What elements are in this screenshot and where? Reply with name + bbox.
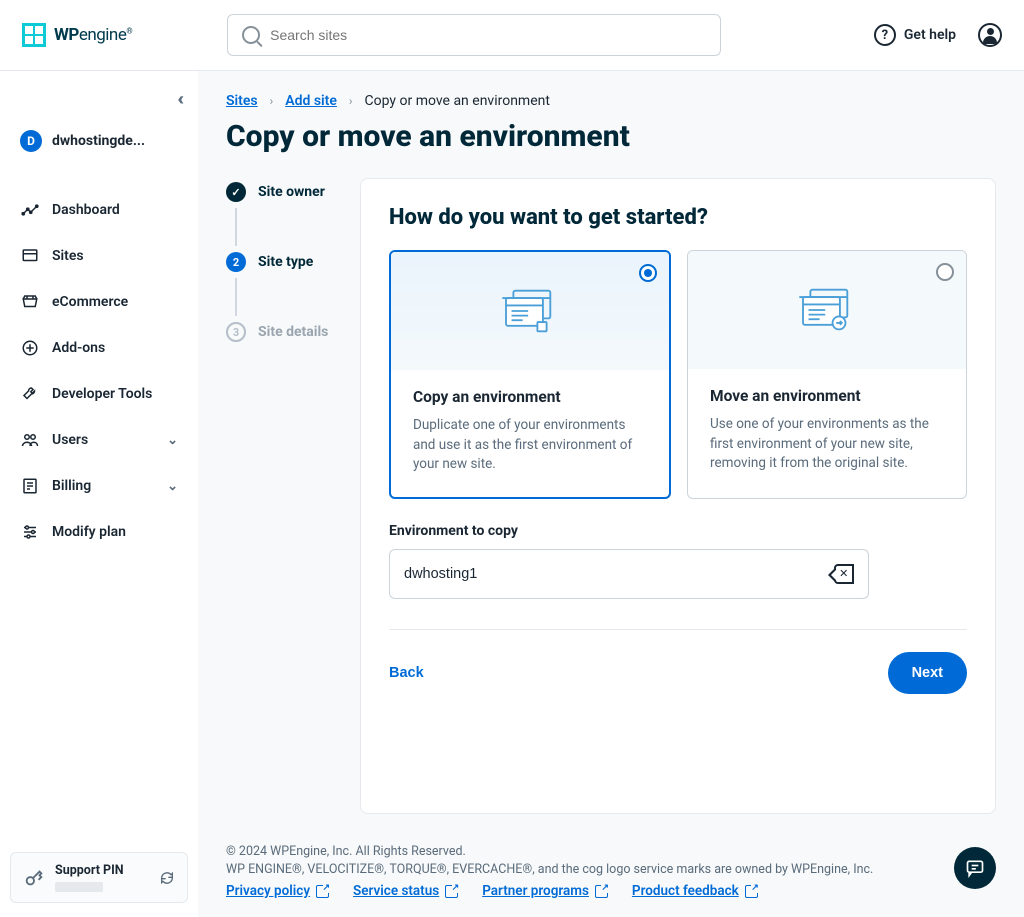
top-bar: WPengine® ? Get help — [0, 0, 1024, 71]
footer-copyright: © 2024 WPEngine, Inc. All Rights Reserve… — [226, 844, 996, 859]
nav-billing[interactable]: Billing⌄ — [10, 464, 188, 508]
environment-input[interactable] — [404, 566, 834, 582]
nav-dashboard[interactable]: Dashboard — [10, 188, 188, 232]
addons-icon — [20, 338, 40, 358]
sidebar: ‹‹ D dwhostingde... Dashboard Sites eCom… — [0, 71, 198, 917]
chevron-down-icon: ⌄ — [167, 479, 178, 494]
radio-selected-icon — [639, 264, 657, 282]
logo-mark-icon — [22, 23, 46, 47]
next-button[interactable]: Next — [888, 652, 967, 694]
page-title: Copy or move an environment — [226, 119, 996, 154]
breadcrumb-current: Copy or move an environment — [365, 93, 550, 109]
footer-link-feedback[interactable]: Product feedback — [632, 883, 758, 899]
check-icon: ✓ — [226, 182, 246, 202]
environment-field[interactable]: ✕ — [389, 549, 869, 599]
step-site-type: 2Site type — [226, 252, 336, 272]
key-icon — [23, 867, 45, 889]
chevron-down-icon: ⌄ — [167, 433, 178, 448]
copy-environment-icon — [502, 287, 558, 335]
refresh-icon[interactable] — [159, 870, 175, 886]
step-site-owner: ✓Site owner — [226, 182, 336, 202]
option-copy-environment[interactable]: Copy an environment Duplicate one of you… — [389, 250, 671, 499]
move-environment-icon — [799, 286, 855, 334]
nav-addons[interactable]: Add-ons — [10, 326, 188, 370]
ecommerce-icon — [20, 292, 40, 312]
dashboard-icon — [20, 200, 40, 220]
option-title: Copy an environment — [413, 388, 647, 406]
nav-ecommerce[interactable]: eCommerce — [10, 280, 188, 324]
stepper: ✓Site owner 2Site type 3Site details — [226, 178, 336, 814]
external-link-icon — [445, 885, 458, 898]
environment-field-label: Environment to copy — [389, 523, 967, 539]
nav-devtools[interactable]: Developer Tools — [10, 372, 188, 416]
footer-link-partners[interactable]: Partner programs — [482, 883, 608, 899]
modify-icon — [20, 522, 40, 542]
footer-link-privacy[interactable]: Privacy policy — [226, 883, 329, 899]
logo-text: WPengine® — [54, 25, 132, 45]
support-pin-label: Support PIN — [55, 863, 124, 878]
option-description: Duplicate one of your environments and u… — [413, 416, 647, 475]
main-content: Sites › Add site › Copy or move an envir… — [198, 71, 1024, 917]
help-icon: ? — [874, 24, 896, 46]
support-pin-value — [55, 882, 103, 892]
breadcrumb-sites[interactable]: Sites — [226, 93, 258, 109]
nav-modify-plan[interactable]: Modify plan — [10, 510, 188, 554]
user-avatar-icon[interactable] — [978, 23, 1002, 47]
step-site-details: 3Site details — [226, 322, 336, 342]
account-switcher[interactable]: D dwhostingde... — [10, 122, 188, 160]
external-link-icon — [745, 885, 758, 898]
radio-unselected-icon — [936, 263, 954, 281]
card-heading: How do you want to get started? — [389, 205, 967, 230]
get-help-link[interactable]: ? Get help — [874, 24, 956, 46]
external-link-icon — [316, 885, 329, 898]
form-card: How do you want to get started? Copy an … — [360, 178, 996, 814]
users-icon — [20, 430, 40, 450]
search-icon — [242, 26, 260, 44]
footer-trademarks: WP ENGINE®, VELOCITIZE®, TORQUE®, EVERCA… — [226, 862, 996, 877]
search-box[interactable] — [227, 14, 721, 56]
breadcrumb: Sites › Add site › Copy or move an envir… — [226, 93, 996, 109]
main-nav: Dashboard Sites eCommerce Add-ons Develo… — [10, 188, 188, 554]
nav-sites[interactable]: Sites — [10, 234, 188, 278]
account-name: dwhostingde... — [52, 133, 145, 149]
footer-link-status[interactable]: Service status — [353, 883, 458, 899]
chat-icon — [965, 858, 985, 878]
chevron-right-icon: › — [349, 94, 353, 108]
nav-users[interactable]: Users⌄ — [10, 418, 188, 462]
footer: © 2024 WPEngine, Inc. All Rights Reserve… — [226, 814, 996, 899]
chevron-right-icon: › — [270, 94, 274, 108]
option-title: Move an environment — [710, 387, 944, 405]
chat-fab[interactable] — [954, 847, 996, 889]
back-button[interactable]: Back — [389, 665, 424, 681]
external-link-icon — [595, 885, 608, 898]
search-input[interactable] — [270, 27, 706, 43]
account-avatar: D — [20, 130, 42, 152]
sites-icon — [20, 246, 40, 266]
support-pin-box[interactable]: Support PIN — [10, 852, 188, 903]
logo[interactable]: WPengine® — [22, 23, 132, 47]
option-move-environment[interactable]: Move an environment Use one of your envi… — [687, 250, 967, 499]
help-label: Get help — [904, 27, 956, 43]
devtools-icon — [20, 384, 40, 404]
breadcrumb-add-site[interactable]: Add site — [285, 93, 337, 109]
collapse-sidebar-button[interactable]: ‹‹ — [169, 85, 188, 114]
billing-icon — [20, 476, 40, 496]
clear-input-icon[interactable]: ✕ — [834, 564, 854, 584]
option-description: Use one of your environments as the firs… — [710, 415, 944, 474]
